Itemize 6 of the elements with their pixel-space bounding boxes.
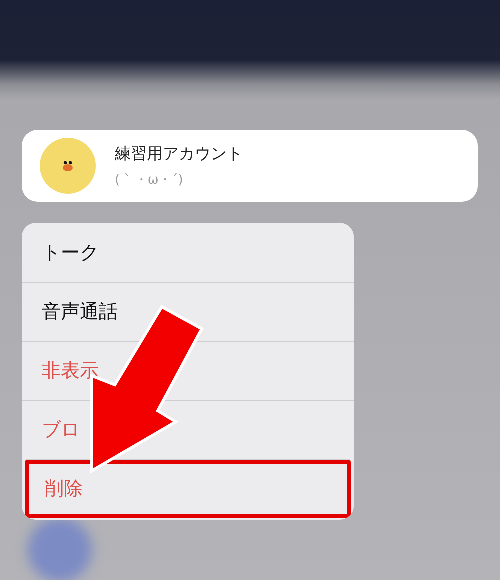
status-message: ( ` ・ω・´) — [115, 172, 184, 188]
blurred-avatar — [28, 518, 92, 580]
account-name: 練習用アカウント — [115, 144, 243, 164]
avatar-icon — [40, 138, 96, 194]
menu-item[interactable]: 削除 — [25, 459, 351, 518]
menu-item[interactable]: トーク — [22, 223, 354, 282]
